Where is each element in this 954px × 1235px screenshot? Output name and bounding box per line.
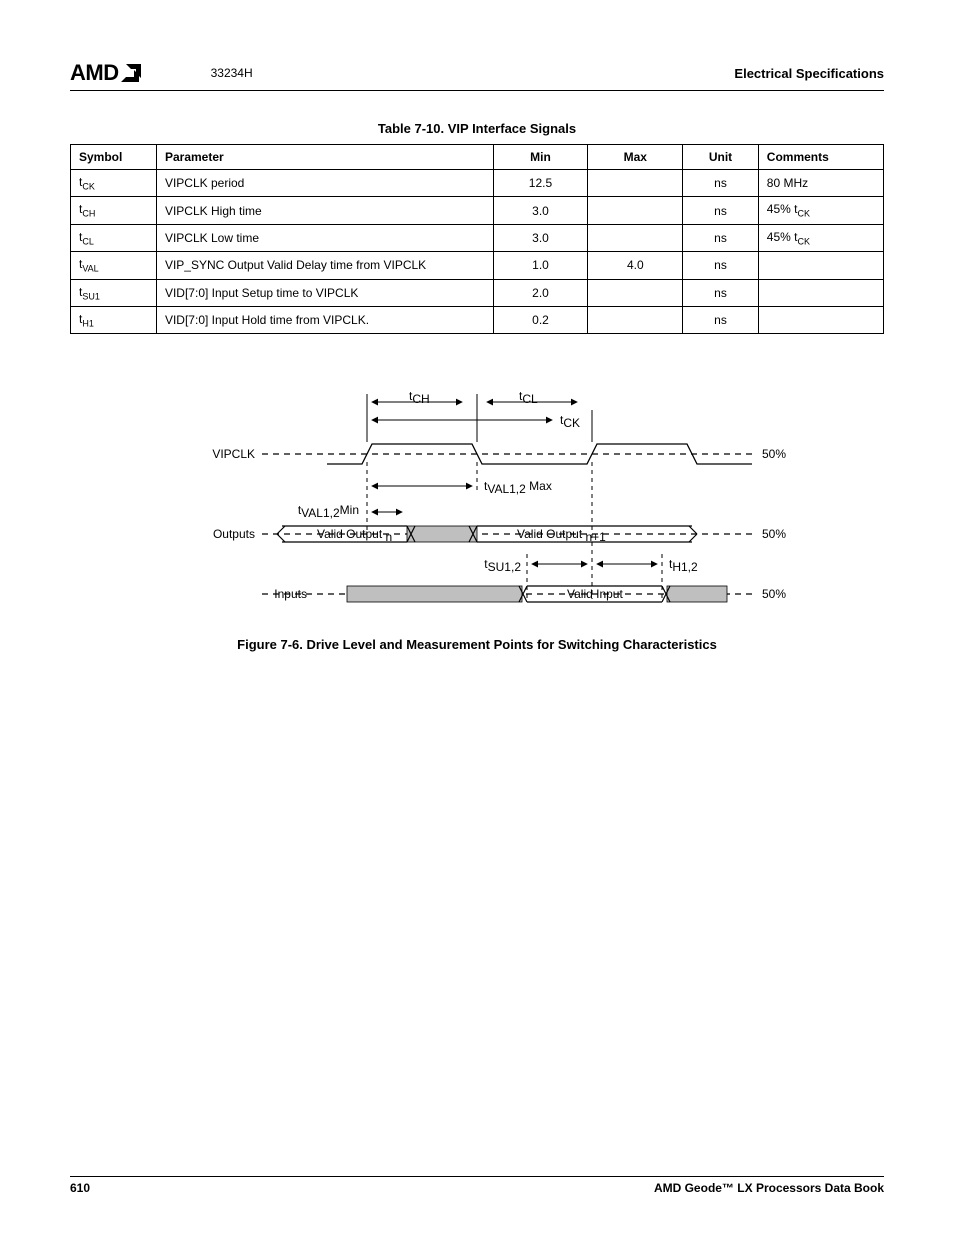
book-title: AMD Geode™ LX Processors Data Book bbox=[654, 1181, 884, 1195]
cell-symbol: tCL bbox=[71, 224, 157, 251]
cell-max bbox=[588, 306, 683, 333]
cell-unit: ns bbox=[683, 306, 759, 333]
cell-min: 1.0 bbox=[493, 252, 588, 279]
svg-text:Valid Input: Valid Input bbox=[567, 587, 623, 601]
th-parameter: Parameter bbox=[156, 145, 493, 170]
cell-min: 12.5 bbox=[493, 170, 588, 197]
cell-parameter: VIPCLK period bbox=[156, 170, 493, 197]
th-min: Min bbox=[493, 145, 588, 170]
cell-parameter: VIPCLK Low time bbox=[156, 224, 493, 251]
cell-symbol: tCH bbox=[71, 197, 157, 224]
svg-text:tCK: tCK bbox=[560, 413, 580, 430]
cell-min: 0.2 bbox=[493, 306, 588, 333]
cell-comments bbox=[758, 252, 883, 279]
cell-comments bbox=[758, 279, 883, 306]
cell-comments: 45% tCK bbox=[758, 224, 883, 251]
svg-text:Outputs: Outputs bbox=[213, 527, 255, 541]
table-row: tSU1VID[7:0] Input Setup time to VIPCLK2… bbox=[71, 279, 884, 306]
amd-logo-text: AMD bbox=[70, 60, 119, 86]
cell-min: 2.0 bbox=[493, 279, 588, 306]
cell-parameter: VIPCLK High time bbox=[156, 197, 493, 224]
page-footer: 610 AMD Geode™ LX Processors Data Book bbox=[70, 1176, 884, 1195]
svg-text:Inputs: Inputs bbox=[274, 587, 307, 601]
cell-parameter: VIP_SYNC Output Valid Delay time from VI… bbox=[156, 252, 493, 279]
svg-text:50%: 50% bbox=[762, 447, 786, 461]
cell-unit: ns bbox=[683, 197, 759, 224]
cell-max bbox=[588, 170, 683, 197]
cell-symbol: tH1 bbox=[71, 306, 157, 333]
svg-text:tVAL1,2 Max: tVAL1,2 Max bbox=[484, 479, 552, 496]
table-row: tCKVIPCLK period12.5 ns80 MHz bbox=[71, 170, 884, 197]
th-unit: Unit bbox=[683, 145, 759, 170]
svg-text:tSU1,2: tSU1,2 bbox=[484, 557, 521, 574]
table-header-row: Symbol Parameter Min Max Unit Comments bbox=[71, 145, 884, 170]
cell-min: 3.0 bbox=[493, 224, 588, 251]
svg-text:tH1,2: tH1,2 bbox=[669, 557, 698, 574]
svg-text:tCH: tCH bbox=[409, 389, 430, 406]
table-row: tCHVIPCLK High time3.0 ns45% tCK bbox=[71, 197, 884, 224]
timing-figure: VIPCLK 50% tCH tCL tCK bbox=[70, 384, 884, 652]
cell-comments: 45% tCK bbox=[758, 197, 883, 224]
section-title: Electrical Specifications bbox=[734, 66, 884, 81]
cell-unit: ns bbox=[683, 279, 759, 306]
cell-unit: ns bbox=[683, 224, 759, 251]
table-row: tCLVIPCLK Low time3.0 ns45% tCK bbox=[71, 224, 884, 251]
svg-text:50%: 50% bbox=[762, 527, 786, 541]
cell-unit: ns bbox=[683, 252, 759, 279]
page-header: AMD 33234H Electrical Specifications bbox=[70, 60, 884, 91]
svg-text:tVAL1,2Min: tVAL1,2Min bbox=[298, 503, 359, 520]
svg-text:tCL: tCL bbox=[519, 389, 538, 406]
cell-max bbox=[588, 279, 683, 306]
svg-text:50%: 50% bbox=[762, 587, 786, 601]
cell-comments: 80 MHz bbox=[758, 170, 883, 197]
table-row: tH1VID[7:0] Input Hold time from VIPCLK.… bbox=[71, 306, 884, 333]
table-caption: Table 7-10. VIP Interface Signals bbox=[70, 121, 884, 136]
vip-interface-table: Symbol Parameter Min Max Unit Comments t… bbox=[70, 144, 884, 334]
cell-symbol: tSU1 bbox=[71, 279, 157, 306]
svg-text:VIPCLK: VIPCLK bbox=[212, 447, 255, 461]
cell-max: 4.0 bbox=[588, 252, 683, 279]
cell-parameter: VID[7:0] Input Hold time from VIPCLK. bbox=[156, 306, 493, 333]
th-comments: Comments bbox=[758, 145, 883, 170]
cell-comments bbox=[758, 306, 883, 333]
cell-symbol: tCK bbox=[71, 170, 157, 197]
cell-unit: ns bbox=[683, 170, 759, 197]
doc-number: 33234H bbox=[211, 66, 253, 80]
cell-min: 3.0 bbox=[493, 197, 588, 224]
th-max: Max bbox=[588, 145, 683, 170]
th-symbol: Symbol bbox=[71, 145, 157, 170]
cell-symbol: tVAL bbox=[71, 252, 157, 279]
cell-parameter: VID[7:0] Input Setup time to VIPCLK bbox=[156, 279, 493, 306]
figure-caption: Figure 7-6. Drive Level and Measurement … bbox=[70, 637, 884, 652]
table-row: tVALVIP_SYNC Output Valid Delay time fro… bbox=[71, 252, 884, 279]
cell-max bbox=[588, 224, 683, 251]
page-number: 610 bbox=[70, 1181, 90, 1195]
cell-max bbox=[588, 197, 683, 224]
amd-logo: AMD bbox=[70, 60, 141, 86]
amd-logo-icon bbox=[121, 64, 141, 82]
